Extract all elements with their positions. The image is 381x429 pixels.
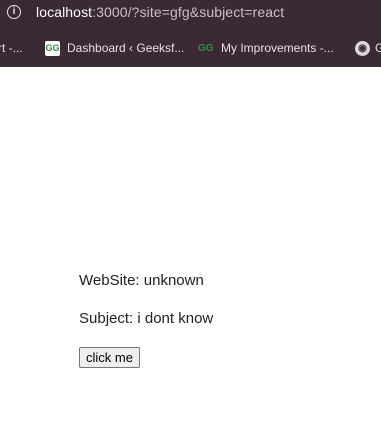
bookmark-item-partial[interactable]: rt -...	[0, 41, 23, 55]
url-path: :3000/?site=gfg&subject=react	[92, 4, 285, 20]
bookmark-item-my-improvements[interactable]: My Improvements -...	[221, 41, 334, 55]
address-bar[interactable]: i localhost:3000/?site=gfg&subject=react	[0, 0, 381, 27]
github-icon: ◉	[355, 41, 370, 56]
url-host: localhost	[36, 4, 93, 20]
bookmark-item-dashboard[interactable]: Dashboard ‹ Geeksf...	[67, 41, 184, 55]
website-text: WebSite: unknown	[79, 272, 204, 289]
bookmark-item-github[interactable]: G	[375, 41, 381, 55]
geeksforgeeks-icon: GG	[198, 43, 214, 54]
browser-chrome: i localhost:3000/?site=gfg&subject=react…	[0, 0, 381, 67]
subject-text: Subject: i dont know	[79, 310, 214, 327]
bookmarks-bar: rt -... GG Dashboard ‹ Geeksf... GG My I…	[0, 33, 381, 63]
geeksforgeeks-icon: GG	[45, 41, 60, 56]
click-me-button[interactable]: click me	[79, 347, 140, 368]
url-text[interactable]: localhost:3000/?site=gfg&subject=react	[36, 4, 284, 20]
site-info-icon[interactable]: i	[7, 5, 21, 19]
